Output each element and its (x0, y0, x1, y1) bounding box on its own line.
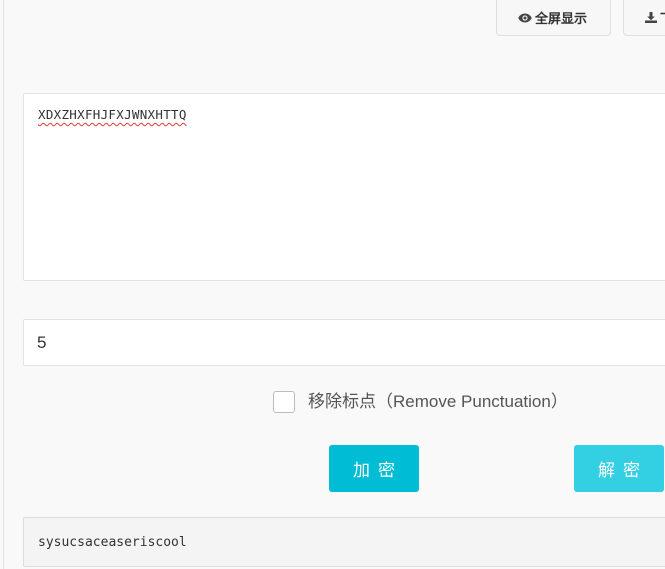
decrypt-label: 解密 (598, 461, 648, 480)
key-input[interactable]: 5 (23, 319, 665, 366)
key-value: 5 (37, 332, 47, 352)
download-icon (645, 12, 657, 23)
plaintext-value: XDXZHXFHJFXJWNXHTTQ (38, 107, 187, 122)
download-label: 下载 (660, 8, 665, 27)
encrypt-label: 加密 (353, 461, 403, 480)
fullscreen-label: 全屏显示 (535, 11, 588, 26)
download-button[interactable]: 下载 (623, 0, 665, 36)
result-output[interactable]: sysucsaceaseriscool (23, 517, 665, 567)
remove-punctuation-label[interactable]: 移除标点（Remove Punctuation） (308, 391, 568, 413)
remove-punctuation-checkbox[interactable] (273, 391, 295, 413)
encrypt-button[interactable]: 加密 (329, 445, 419, 492)
eye-icon (518, 13, 532, 22)
decrypt-button[interactable]: 解密 (574, 445, 664, 492)
result-value: sysucsaceaseriscool (38, 534, 187, 550)
left-divider (3, 0, 4, 569)
fullscreen-button[interactable]: 全屏显示 (496, 0, 611, 36)
plaintext-input[interactable]: XDXZHXFHJFXJWNXHTTQ (23, 93, 665, 281)
